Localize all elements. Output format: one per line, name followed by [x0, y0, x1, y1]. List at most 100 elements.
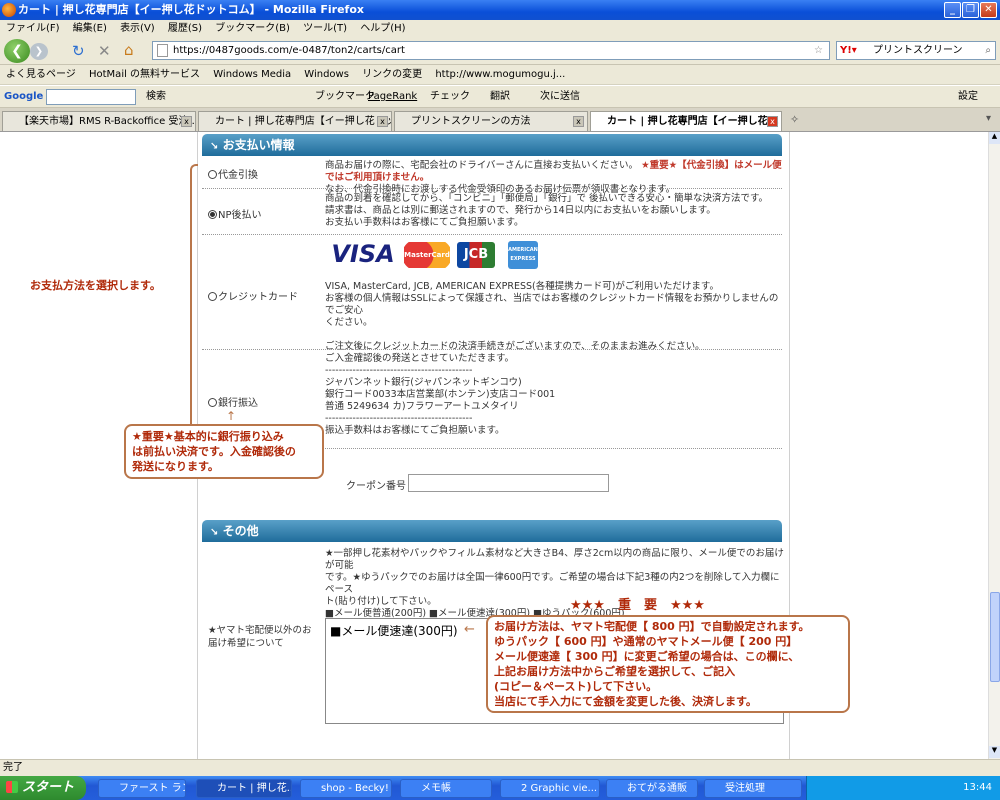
note-line: ゆうパック【 600 円】や通常のヤマトメール便【 200 円】 — [494, 635, 798, 648]
radio-np[interactable]: NP後払い — [208, 206, 262, 221]
yahoo-icon[interactable]: Y!▾ — [840, 42, 857, 59]
radio-cod[interactable]: 代金引換 — [208, 166, 258, 181]
tab-list-icon[interactable]: ▾ — [986, 113, 991, 124]
note-line: ★重要★基本的に銀行振り込み — [132, 430, 284, 443]
desc-line: ジャパンネット銀行(ジャパンネットギンコウ) — [325, 377, 522, 388]
menu-tools[interactable]: ツール(T) — [303, 23, 347, 34]
home-icon[interactable]: ⌂ — [124, 41, 134, 59]
bookmark-item[interactable]: リンクの変更 — [362, 69, 422, 80]
desc-line: ください。 — [325, 317, 373, 328]
up-arrow-icon: ↑ — [226, 409, 237, 423]
radio-label: クレジットカード — [218, 292, 298, 303]
desc-line: ご注文後にクレジットカードの決済手続きがございますので、そのままお進みください。 — [325, 341, 705, 352]
google-search-input[interactable] — [46, 89, 136, 105]
bookmark-item[interactable]: Windows Media — [213, 69, 291, 80]
radio-bank[interactable]: 銀行振込 — [208, 394, 258, 409]
menu-help[interactable]: ヘルプ(H) — [360, 23, 405, 34]
menu-history[interactable]: 履歴(S) — [168, 23, 202, 34]
tab-label: 【楽天市場】RMS R-Backoffice 受注... — [19, 116, 196, 127]
minimize-button[interactable]: _ — [944, 2, 961, 18]
desc-line: お客様の個人情報はSSLによって保護され、当店ではお客様のクレジットカード情報を… — [325, 293, 779, 316]
desc-line — [325, 329, 785, 341]
taskbar-item[interactable]: 2 Graphic vie... — [500, 779, 600, 798]
desc-line: VISA, MasterCard, JCB, AMERICAN EXPRESS(… — [325, 281, 719, 292]
tab-close-icon[interactable]: x — [767, 116, 778, 127]
taskbar-item[interactable]: おてがる通販 — [606, 779, 698, 798]
taskbar-item[interactable]: 受注処理 — [704, 779, 802, 798]
menu-file[interactable]: ファイル(F) — [6, 23, 60, 34]
stop-icon[interactable]: ✕ — [98, 42, 111, 60]
spellcheck-button[interactable]: チェック — [430, 86, 470, 108]
bookmarks-toolbar: よく見るページ HotMail の無料サービス Windows Media Wi… — [0, 65, 1000, 85]
desc-line: ----------------------------------------… — [325, 365, 473, 376]
vertical-scrollbar[interactable]: ▲ ▼ — [988, 132, 1000, 759]
pagerank-indicator: PageRank — [368, 91, 418, 102]
payment-section-title: お支払い情報 — [222, 138, 295, 152]
google-toolbar: Google 検索 ブックマーク PageRank チェック 翻訳 次に送信 設… — [0, 86, 1000, 108]
credit-description: VISA, MasterCard, JCB, AMERICAN EXPRESS(… — [325, 281, 785, 353]
status-text: 完了 — [3, 762, 23, 773]
cod-description: 商品お届けの際に、宅配会社のドライバーさんに直接お支払いください。 ★重要★【代… — [325, 160, 785, 196]
address-bar[interactable]: https://0487goods.com/e-0487/ton2/carts/… — [152, 41, 830, 60]
new-tab-icon[interactable]: ✧ — [790, 113, 799, 126]
note-bank-transfer: ★重要★基本的に銀行振り込み は前払い決済です。入金確認後の 発送になります。 — [124, 424, 324, 479]
bookmark-item[interactable]: HotMail の無料サービス — [89, 69, 200, 80]
forward-icon[interactable]: ❯ — [30, 43, 48, 60]
tab-close-icon[interactable]: x — [181, 116, 192, 127]
google-bookmarks-button[interactable]: ブックマーク — [315, 86, 375, 108]
maximize-button[interactable]: ❐ — [962, 2, 979, 18]
taskbar-item-active[interactable]: カート | 押し花... — [196, 779, 292, 798]
coupon-input[interactable] — [408, 474, 609, 492]
reload-icon[interactable]: ↻ — [72, 42, 85, 60]
tab-close-icon[interactable]: x — [573, 116, 584, 127]
scroll-up-icon[interactable]: ▲ — [989, 132, 1000, 144]
menu-bar: ファイル(F) 編集(E) 表示(V) 履歴(S) ブックマーク(B) ツール(… — [0, 20, 1000, 37]
note-line: 当店にて手入力にて金額を変更した後、決済します。 — [494, 695, 757, 708]
radio-credit[interactable]: クレジットカード — [208, 288, 298, 303]
google-search-button[interactable]: 検索 — [146, 86, 166, 108]
back-icon[interactable]: ❮ — [4, 39, 30, 63]
coupon-label: クーポン番号 — [346, 481, 406, 492]
menu-edit[interactable]: 編集(E) — [73, 23, 107, 34]
note-delivery-method: お届け方法は、ヤマト宅配便【 800 円】で自動設定されます。 ゆうパック【 6… — [486, 615, 850, 713]
clock[interactable]: 13:44 — [963, 782, 992, 793]
start-button[interactable]: スタート — [0, 776, 86, 800]
textarea-value: ■メール便速達(300円) — [330, 624, 458, 638]
send-button[interactable]: 次に送信 — [540, 86, 580, 108]
note-line: 上記お届け方法中からご希望を選択して、ご記入 — [494, 665, 736, 678]
translate-button[interactable]: 翻訳 — [490, 86, 510, 108]
settings-button[interactable]: 設定 — [958, 86, 978, 108]
delivery-label: ★ヤマト宅配便以外のお 届け希望について — [208, 624, 318, 650]
left-arrow-icon: ← — [464, 622, 475, 637]
tab-rakuten[interactable]: 【楽天市場】RMS R-Backoffice 受注... x — [2, 111, 196, 131]
desc-line: 商品お届けの際に、宅配会社のドライバーさんに直接お支払いください。 — [325, 160, 639, 171]
magnifier-icon[interactable]: ⌕ — [985, 42, 991, 59]
bookmark-item[interactable]: よく見るページ — [6, 69, 76, 80]
menu-view[interactable]: 表示(V) — [120, 23, 155, 34]
star-icon[interactable]: ☆ — [814, 42, 823, 59]
tab-bar: 【楽天市場】RMS R-Backoffice 受注... x カート | 押し花専… — [0, 108, 1000, 132]
desc-line: 商品の到着を確認してから、「コンビニ」「郵便局」「銀行」で 後払いできる安心・簡… — [325, 193, 769, 204]
menu-bookmarks[interactable]: ブックマーク(B) — [215, 23, 290, 34]
tab-close-icon[interactable]: x — [377, 116, 388, 127]
close-button[interactable]: ✕ — [980, 2, 997, 18]
taskbar-item[interactable]: ファースト ラン — [98, 779, 186, 798]
desc-line: 振込手数料はお客様にてご負担願います。 — [325, 425, 505, 436]
window-titlebar: カート | 押し花専門店【イー押し花ドットコム】 - Mozilla Firef… — [0, 0, 1000, 20]
taskbar-item[interactable]: shop - Becky! — [300, 779, 392, 798]
note-select-payment: お支払方法を選択します。 — [30, 279, 161, 292]
tab-cart-active[interactable]: カート | 押し花専門店【イー押し花... x — [590, 111, 782, 131]
bracket — [190, 164, 198, 442]
scroll-thumb[interactable] — [990, 592, 1000, 682]
search-input[interactable]: Y!▾ プリントスクリーン ⌕ — [836, 41, 996, 60]
radio-label: NP後払い — [218, 210, 262, 221]
scroll-down-icon[interactable]: ▼ — [989, 746, 1000, 758]
desc-line: ご入金確認後の発送とさせていただきます。 — [325, 353, 515, 364]
bookmark-item[interactable]: Windows — [304, 69, 349, 80]
taskbar-item[interactable]: メモ帳 — [400, 779, 492, 798]
google-logo: Google — [4, 91, 44, 102]
tab-printscreen[interactable]: プリントスクリーンの方法 x — [394, 111, 588, 131]
card-name: MasterCard — [404, 251, 450, 259]
bookmark-item[interactable]: http://www.mogumogu.j... — [435, 69, 565, 80]
tab-cart-1[interactable]: カート | 押し花専門店【イー押し花ドット...x — [198, 111, 392, 131]
